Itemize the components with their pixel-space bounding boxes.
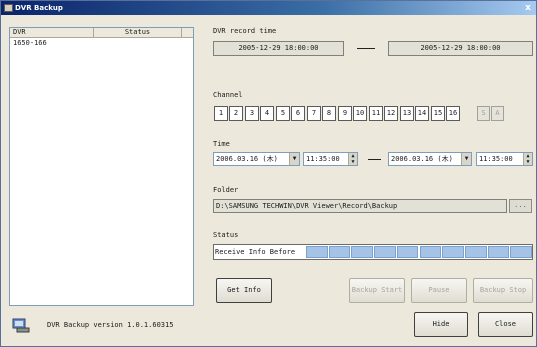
spin-arrows-icon[interactable]: ▲ ▼ — [348, 153, 357, 165]
start-time-spinner[interactable]: 11:35:00 ▲ ▼ — [303, 152, 358, 166]
channel-button-13[interactable]: 13 — [400, 106, 414, 121]
dvr-list[interactable]: DVR Status 1650-166 — [9, 27, 194, 306]
backup-start-button[interactable]: Backup Start — [349, 278, 405, 303]
spin-arrows-icon[interactable]: ▲ ▼ — [523, 153, 532, 165]
record-time-end: 2005-12-29 18:00:00 — [388, 41, 533, 56]
hide-button[interactable]: Hide — [414, 312, 468, 337]
select-channels-button[interactable]: S — [477, 106, 490, 121]
channel-button-16[interactable]: 16 — [446, 106, 460, 121]
channel-button-2[interactable]: 2 — [229, 106, 243, 121]
get-info-button[interactable]: Get Info — [216, 278, 272, 303]
version-text: DVR Backup version 1.0.1.60315 — [47, 321, 174, 329]
dvr-backup-window: DVR Backup x DVR Status 1650-166 DVR rec… — [0, 0, 537, 347]
start-date-combo[interactable]: 2006.03.16 (木) ▼ — [213, 152, 300, 166]
channel-button-11[interactable]: 11 — [369, 106, 383, 121]
channel-label: Channel — [213, 91, 243, 99]
title-bar: DVR Backup x — [1, 1, 536, 15]
folder-label: Folder — [213, 186, 239, 194]
record-time-start: 2005-12-29 18:00:00 — [213, 41, 344, 56]
status-text: Receive Info Before — [215, 248, 296, 256]
chevron-down-icon[interactable]: ▼ — [461, 153, 471, 165]
channel-button-8[interactable]: 8 — [322, 106, 336, 121]
close-button[interactable]: Close — [478, 312, 533, 337]
channel-button-3[interactable]: 3 — [245, 106, 259, 121]
end-date-value: 2006.03.16 (木) — [391, 155, 453, 163]
start-time-value: 11:35:00 — [306, 155, 340, 163]
time-label: Time — [213, 140, 230, 148]
end-time-spinner[interactable]: 11:35:00 ▲ ▼ — [476, 152, 533, 166]
window-title: DVR Backup — [15, 4, 63, 12]
backup-stop-button[interactable]: Backup Stop — [473, 278, 533, 303]
progress-segment — [464, 246, 487, 258]
channel-button-7[interactable]: 7 — [307, 106, 321, 121]
progress-segment — [396, 246, 419, 258]
progress-segment — [487, 246, 510, 258]
end-date-combo[interactable]: 2006.03.16 (木) ▼ — [388, 152, 472, 166]
dvr-list-header: DVR Status — [10, 28, 193, 38]
browse-button[interactable]: ... — [509, 199, 532, 213]
progress-segment — [328, 246, 351, 258]
channel-button-5[interactable]: 5 — [276, 106, 290, 121]
chevron-down-icon[interactable]: ▼ — [289, 153, 299, 165]
channel-button-15[interactable]: 15 — [431, 106, 445, 121]
status-label: Status — [213, 231, 239, 239]
start-date-value: 2006.03.16 (木) — [216, 155, 278, 163]
end-time-value: 11:35:00 — [479, 155, 513, 163]
dvr-backup-app-icon — [12, 318, 30, 333]
progress-segment — [442, 246, 464, 258]
pause-button[interactable]: Pause — [411, 278, 467, 303]
channel-button-10[interactable]: 10 — [353, 106, 367, 121]
progress-segment — [419, 246, 442, 258]
channel-button-1[interactable]: 1 — [214, 106, 228, 121]
record-time-dash — [357, 48, 375, 49]
channel-button-4[interactable]: 4 — [260, 106, 274, 121]
progress-segment — [374, 246, 396, 258]
channel-button-6[interactable]: 6 — [291, 106, 305, 121]
channel-button-9[interactable]: 9 — [338, 106, 352, 121]
channel-button-12[interactable]: 12 — [384, 106, 398, 121]
list-item[interactable]: 1650-166 — [13, 39, 47, 48]
status-progress: Receive Info Before — [213, 244, 533, 260]
progress-segment — [351, 246, 374, 258]
column-header-status[interactable]: Status — [94, 28, 182, 37]
close-icon[interactable]: x — [523, 3, 533, 13]
progress-segment — [510, 246, 532, 258]
record-time-label: DVR record time — [213, 27, 277, 35]
window-icon — [4, 4, 13, 12]
channel-button-14[interactable]: 14 — [415, 106, 429, 121]
all-channels-button[interactable]: A — [491, 106, 504, 121]
time-dash — [368, 159, 381, 160]
folder-path-field[interactable]: D:\SAMSUNG TECHWIN\DVR Viewer\Record\Bac… — [213, 199, 507, 213]
progress-segment — [306, 246, 328, 258]
column-header-dvr[interactable]: DVR — [10, 28, 94, 37]
